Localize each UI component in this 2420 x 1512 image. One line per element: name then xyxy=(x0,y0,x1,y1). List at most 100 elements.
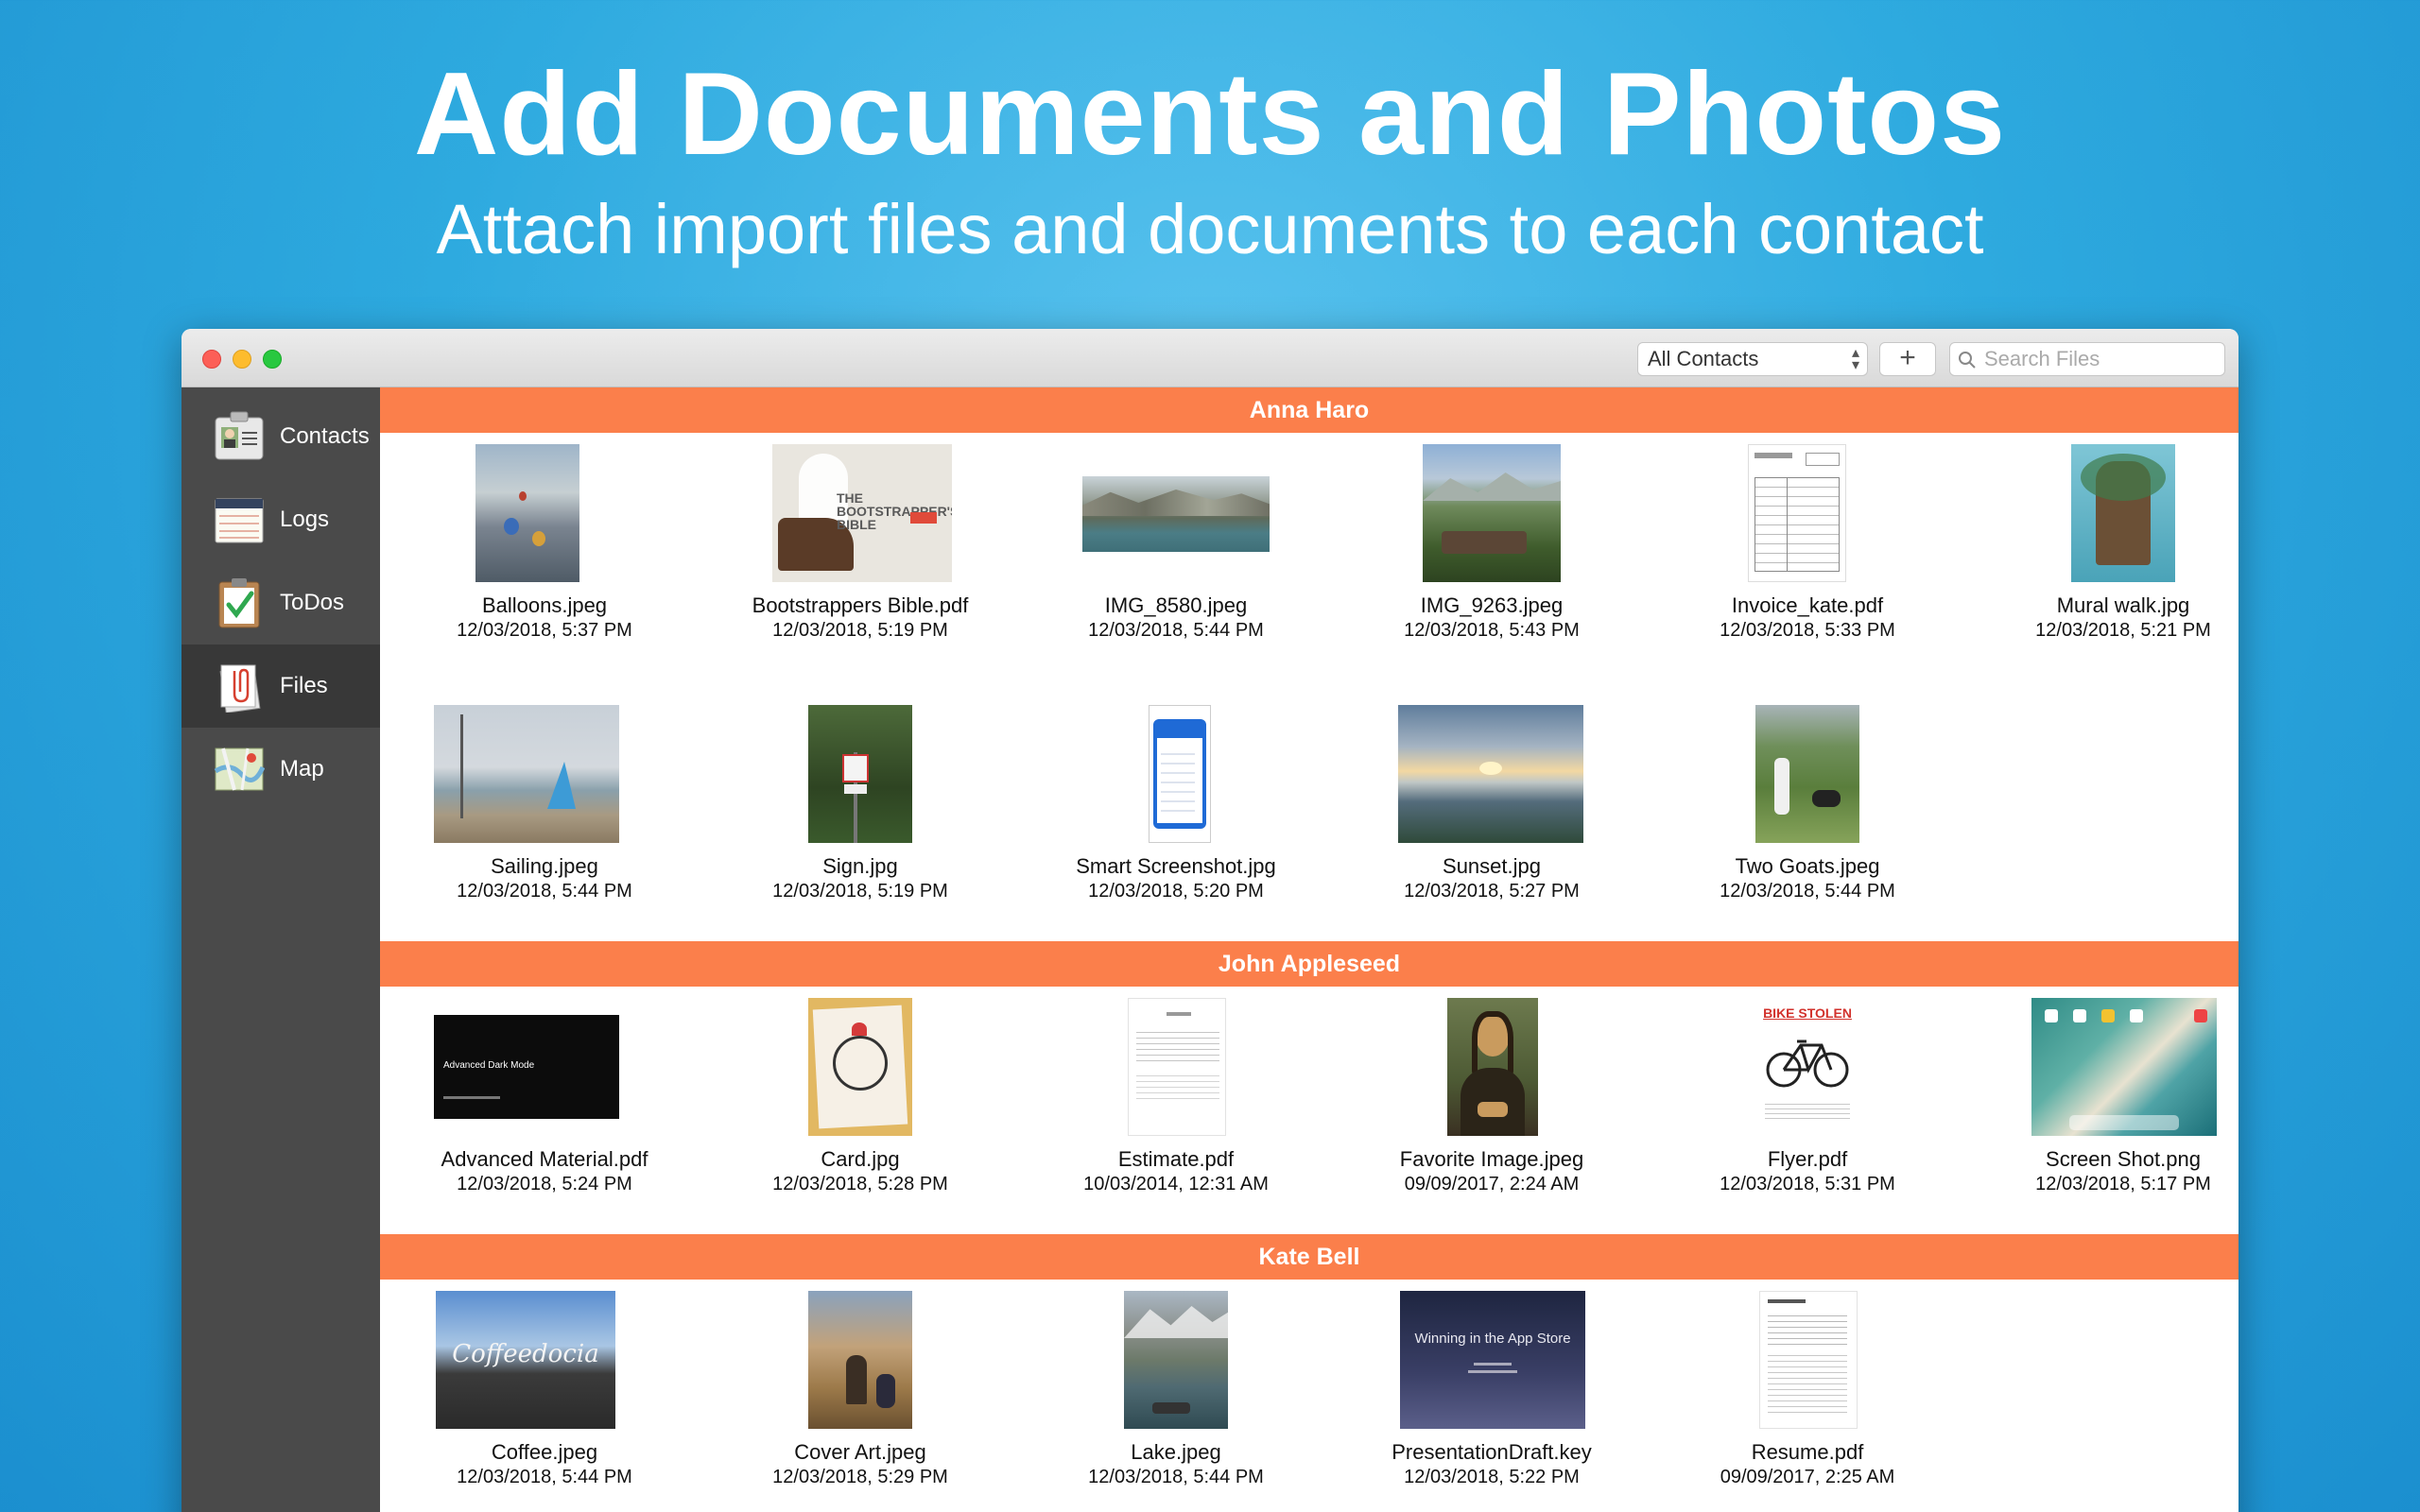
file-date: 12/03/2018, 5:19 PM xyxy=(772,881,948,902)
file-date: 12/03/2018, 5:24 PM xyxy=(457,1174,632,1194)
hero-title: Add Documents and Photos xyxy=(413,49,2007,180)
file-date: 12/03/2018, 5:17 PM xyxy=(2035,1174,2211,1194)
file-date: 09/09/2017, 2:25 AM xyxy=(1720,1467,1895,1487)
file-date: 12/03/2018, 5:44 PM xyxy=(1720,881,1895,902)
file-thumbnail xyxy=(1447,998,1538,1136)
section-header-kate-bell: Kate Bell xyxy=(380,1234,2238,1280)
search-files-field[interactable] xyxy=(1949,342,2225,376)
file-tile[interactable]: IMG_8580.jpeg 12/03/2018, 5:44 PM xyxy=(1020,444,1332,643)
file-tile[interactable]: BIKE STOLEN Flyer.pdf 12/03/2018, 5:31 P… xyxy=(1651,998,1963,1196)
window-close-button[interactable] xyxy=(202,350,221,369)
contacts-filter-value: All Contacts xyxy=(1648,347,1759,370)
window-zoom-button[interactable] xyxy=(263,350,282,369)
file-thumbnail xyxy=(475,444,579,582)
file-thumbnail xyxy=(1423,444,1561,582)
file-tile[interactable]: Coffeedocia Coffee.jpeg 12/03/2018, 5:44… xyxy=(389,1291,700,1489)
search-input[interactable] xyxy=(1984,347,2211,371)
window-minimize-button[interactable] xyxy=(233,350,251,369)
file-name: Card.jpg xyxy=(821,1147,900,1171)
add-file-button[interactable]: + xyxy=(1879,342,1936,376)
files-grid: Anna Haro Balloons.jpeg 12/03/2018, 5:37… xyxy=(380,387,2238,1512)
file-thumbnail xyxy=(1748,444,1846,582)
file-tile[interactable]: Mural walk.jpg 12/03/2018, 5:21 PM xyxy=(1967,444,2238,643)
map-icon xyxy=(214,747,265,791)
file-name: Sign.jpg xyxy=(822,854,898,878)
file-name: Mural walk.jpg xyxy=(2056,593,2190,617)
sidebar-item-todos[interactable]: ToDos xyxy=(182,561,380,644)
file-date: 12/03/2018, 5:43 PM xyxy=(1404,620,1580,641)
file-date: 12/03/2018, 5:33 PM xyxy=(1720,620,1895,641)
file-tile[interactable]: Smart Screenshot.jpg 12/03/2018, 5:20 PM xyxy=(1020,705,1332,903)
file-tile[interactable]: Winning in the App Store PresentationDra… xyxy=(1336,1291,1648,1489)
file-date: 12/03/2018, 5:19 PM xyxy=(772,620,948,641)
sidebar-item-label: Contacts xyxy=(280,423,370,449)
file-date: 12/03/2018, 5:28 PM xyxy=(772,1174,948,1194)
file-thumbnail: Advanced Dark Mode xyxy=(434,1015,619,1119)
contacts-filter-popup[interactable]: All Contacts ▴ ▾ xyxy=(1637,342,1868,376)
coffee-sign-text: Coffeedocia xyxy=(452,1340,599,1368)
file-thumbnail: BIKE STOLEN xyxy=(1755,998,1859,1136)
file-tile[interactable]: Cover Art.jpeg 12/03/2018, 5:29 PM xyxy=(704,1291,1016,1489)
app-window: All Contacts ▴▾ + Contacts xyxy=(182,329,2238,1512)
file-name: IMG_9263.jpeg xyxy=(1420,593,1564,617)
bootstrapper-title-text: THE BOOTSTRAPPER'S BIBLE xyxy=(837,490,952,532)
hero-subtitle: Attach import files and documents to eac… xyxy=(436,190,1984,268)
file-tile[interactable]: Sign.jpg 12/03/2018, 5:19 PM xyxy=(704,705,1016,903)
sidebar-item-label: Map xyxy=(280,756,324,782)
file-date: 12/03/2018, 5:20 PM xyxy=(1088,881,1264,902)
window-titlebar: All Contacts ▴ ▾ + xyxy=(182,329,2238,387)
file-tile[interactable]: Advanced Dark Mode Advanced Material.pdf… xyxy=(389,998,700,1196)
file-tile[interactable]: Estimate.pdf 10/03/2014, 12:31 AM xyxy=(1020,998,1332,1196)
file-tile[interactable]: Invoice_kate.pdf 12/03/2018, 5:33 PM xyxy=(1651,444,1963,643)
sidebar-item-logs[interactable]: Logs xyxy=(182,478,380,561)
file-name: Lake.jpeg xyxy=(1131,1440,1221,1464)
sidebar-item-contacts[interactable]: Contacts xyxy=(182,395,380,478)
file-name: Screen Shot.png xyxy=(2046,1147,2201,1171)
file-tile[interactable]: Sailing.jpeg 12/03/2018, 5:44 PM xyxy=(389,705,700,903)
presentation-title-text: Winning in the App Store xyxy=(1414,1331,1571,1347)
file-name: Invoice_kate.pdf xyxy=(1731,593,1884,617)
contacts-card-icon xyxy=(215,411,264,460)
file-tile[interactable]: Sunset.jpg 12/03/2018, 5:27 PM xyxy=(1336,705,1648,903)
file-name: Bootstrappers Bible.pdf xyxy=(752,593,969,617)
file-thumbnail xyxy=(1755,705,1859,843)
file-name: Favorite Image.jpeg xyxy=(1399,1147,1584,1171)
file-date: 12/03/2018, 5:44 PM xyxy=(1088,1467,1264,1487)
section-header-anna-haro: Anna Haro xyxy=(380,387,2238,433)
file-tile[interactable]: IMG_9263.jpeg 12/03/2018, 5:43 PM xyxy=(1336,444,1648,643)
file-thumbnail xyxy=(1398,705,1583,843)
file-date: 12/03/2018, 5:22 PM xyxy=(1404,1467,1580,1487)
file-thumbnail: Coffeedocia xyxy=(436,1291,615,1429)
file-tile[interactable]: Lake.jpeg 12/03/2018, 5:44 PM xyxy=(1020,1291,1332,1489)
advanced-dark-mode-text: Advanced Dark Mode xyxy=(443,1060,535,1071)
sidebar-item-label: ToDos xyxy=(280,590,345,615)
file-tile[interactable]: Balloons.jpeg 12/03/2018, 5:37 PM xyxy=(389,444,700,643)
file-date: 12/03/2018, 5:21 PM xyxy=(2035,620,2211,641)
paperclip-file-icon xyxy=(219,664,261,713)
sidebar-item-map[interactable]: Map xyxy=(182,728,380,811)
file-name: IMG_8580.jpeg xyxy=(1104,593,1248,617)
file-thumbnail xyxy=(808,1291,912,1429)
file-tile[interactable]: Screen Shot.png 12/03/2018, 5:17 PM xyxy=(1967,998,2238,1196)
bike-stolen-text: BIKE STOLEN xyxy=(1763,1005,1852,1021)
file-name: Resume.pdf xyxy=(1751,1440,1864,1464)
file-name: Sailing.jpeg xyxy=(491,854,598,878)
file-thumbnail xyxy=(1759,1291,1858,1429)
file-name: Coffee.jpeg xyxy=(491,1440,598,1464)
file-tile[interactable]: THE BOOTSTRAPPER'S BIBLE Bootstrappers B… xyxy=(704,444,1016,643)
file-name: Balloons.jpeg xyxy=(481,593,608,617)
file-thumbnail xyxy=(808,705,912,843)
file-tile[interactable]: Favorite Image.jpeg 09/09/2017, 2:24 AM xyxy=(1336,998,1648,1196)
file-date: 12/03/2018, 5:44 PM xyxy=(457,1467,632,1487)
file-name: Estimate.pdf xyxy=(1117,1147,1235,1171)
file-date: 12/03/2018, 5:27 PM xyxy=(1404,881,1580,902)
file-tile[interactable]: Card.jpg 12/03/2018, 5:28 PM xyxy=(704,998,1016,1196)
file-tile[interactable]: Resume.pdf 09/09/2017, 2:25 AM xyxy=(1651,1291,1963,1489)
file-thumbnail xyxy=(434,705,619,843)
file-name: Flyer.pdf xyxy=(1767,1147,1848,1171)
file-date: 12/03/2018, 5:31 PM xyxy=(1720,1174,1895,1194)
file-tile[interactable]: Two Goats.jpeg 12/03/2018, 5:44 PM xyxy=(1651,705,1963,903)
file-name: Cover Art.jpeg xyxy=(794,1440,926,1464)
file-name: Two Goats.jpeg xyxy=(1735,854,1880,878)
sidebar-item-files[interactable]: Files xyxy=(182,644,380,728)
